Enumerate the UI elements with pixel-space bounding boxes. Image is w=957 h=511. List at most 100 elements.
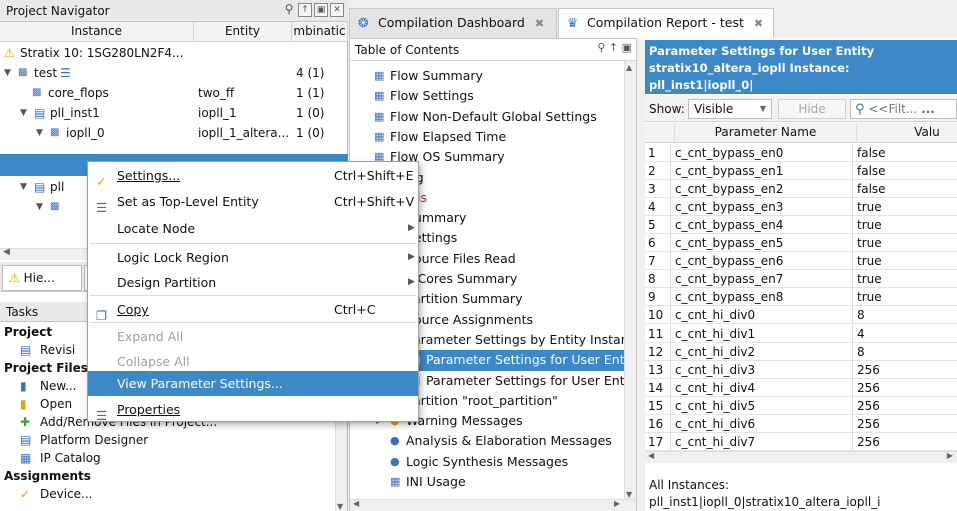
row-index: 13 <box>645 360 671 379</box>
table-row[interactable]: 16 c_cnt_hi_div6 256 <box>645 414 957 433</box>
task-platform-designer[interactable]: ▤ Platform Designer <box>0 431 348 449</box>
table-row[interactable]: 6 c_cnt_bypass_en5 true <box>645 234 957 253</box>
table-row[interactable]: 5 c_cnt_bypass_en4 true <box>645 216 957 235</box>
col-combinational[interactable]: mbinatic <box>292 22 348 42</box>
chevron-down-icon[interactable]: ▼ <box>36 123 43 143</box>
toc-vscroll[interactable]: ▲ ▼ <box>624 61 636 501</box>
menu-item-logic-lock[interactable]: Logic Lock Region ▶ <box>88 245 418 270</box>
tree-row-pll-inst1[interactable]: ▼ ▤ pll_inst1 iopll_1 1 (0) <box>0 103 348 123</box>
tab-compilation-report[interactable]: ♛ Compilation Report - test ✖ <box>558 8 774 39</box>
module-icon: ▩ <box>18 67 28 78</box>
table-row[interactable]: 9 c_cnt_bypass_en8 true <box>645 288 957 307</box>
table-row[interactable]: 1 c_cnt_bypass_en0 false <box>645 144 957 162</box>
search-icon[interactable]: ⚲ <box>282 3 296 17</box>
module-icon: ▩ <box>50 201 60 212</box>
table-row[interactable]: 2 c_cnt_bypass_en1 false <box>645 162 957 181</box>
menu-item-properties[interactable]: ☰ Properties <box>88 397 418 423</box>
row-index: 6 <box>645 234 671 253</box>
hierarchy-tab[interactable]: ⚠ Hie... <box>2 265 82 291</box>
toc-item[interactable]: ▦ INI Usage <box>350 472 624 493</box>
table-row[interactable]: 10 c_cnt_hi_div0 8 <box>645 306 957 325</box>
properties-icon: ☰ <box>96 408 108 423</box>
revisions-icon: ▤ <box>20 343 32 357</box>
menu-item-expand-all[interactable]: Expand All <box>88 324 418 349</box>
toc-item[interactable]: ● Analysis & Elaboration Messages <box>350 431 624 452</box>
menu-item-settings[interactable]: ✓ Settings... Ctrl+Shift+E <box>88 163 418 189</box>
toc-item[interactable]: ● Logic Synthesis Messages <box>350 452 624 473</box>
hide-button[interactable]: Hide <box>778 99 846 119</box>
search-icon: ⚲ <box>855 102 865 117</box>
parameter-value: false <box>857 146 886 160</box>
col-instance[interactable]: Instance <box>0 22 194 42</box>
task-device[interactable]: ✓ Device... <box>0 485 348 503</box>
tree-row-core-flops[interactable]: ▩ core_flops two_ff 1 (1) <box>0 83 348 103</box>
chevron-down-icon[interactable]: ▼ <box>20 103 27 123</box>
task-ip-catalog[interactable]: ▦ IP Catalog <box>0 449 348 467</box>
chevron-down-icon[interactable]: ▼ <box>36 197 43 217</box>
col-entity[interactable]: Entity <box>194 22 292 42</box>
toc-item[interactable]: ▦ Flow Elapsed Time <box>350 127 624 148</box>
col-parameter-name[interactable]: Parameter Name <box>675 123 857 143</box>
toc-item[interactable]: ▦ Flow Settings <box>350 86 624 107</box>
chevron-down-icon[interactable]: ▼ <box>20 177 27 197</box>
parameter-name: c_cnt_bypass_en8 <box>675 288 853 307</box>
menu-separator <box>90 295 416 296</box>
parameter-value: true <box>857 218 882 233</box>
pin-icon[interactable]: ↑ <box>298 3 312 17</box>
menu-item-design-partition[interactable]: Design Partition ▶ <box>88 270 418 295</box>
parameter-name: c_cnt_bypass_en6 <box>675 252 853 271</box>
close-icon[interactable]: ✕ <box>330 3 344 17</box>
row-index: 7 <box>645 252 671 271</box>
row-index: 10 <box>645 306 671 325</box>
ip-catalog-icon: ▦ <box>20 451 32 465</box>
float-icon[interactable]: ▣ <box>314 3 328 17</box>
submenu-arrow-icon: ▶ <box>408 252 415 262</box>
table-row[interactable]: 13 c_cnt_hi_div3 256 <box>645 360 957 379</box>
tree-row-iopll-0[interactable]: ▼ ▩ iopll_0 iopll_1_altera... 1 (0) <box>0 123 348 143</box>
parameter-value: true <box>857 236 882 251</box>
submenu-arrow-icon: ▶ <box>408 223 415 233</box>
parameter-value: true <box>857 200 882 215</box>
parameter-value: true <box>857 290 882 305</box>
show-dropdown[interactable]: Visible ▼ <box>688 99 772 119</box>
tree-row-test[interactable]: ▼ ▩ test ☰ 4 (1) <box>0 63 348 83</box>
footer-label: All Instances: <box>649 478 730 492</box>
row-index: 2 <box>645 162 671 181</box>
toc-item[interactable]: ▦ Flow Summary <box>350 66 624 87</box>
table-row[interactable]: 3 c_cnt_bypass_en2 false <box>645 180 957 199</box>
parameter-table: 1 c_cnt_bypass_en0 false 2 c_cnt_bypass_en1 f… <box>645 144 957 452</box>
table-icon: ▦ <box>374 129 385 143</box>
filter-input[interactable]: ⚲ <<Filt... ... <box>850 99 957 119</box>
row-index: 8 <box>645 270 671 289</box>
more-icon[interactable]: ... <box>921 102 935 116</box>
table-row[interactable]: 14 c_cnt_hi_div4 256 <box>645 378 957 397</box>
table-row[interactable]: 4 c_cnt_bypass_en3 true <box>645 198 957 217</box>
chevron-down-icon[interactable]: ▼ <box>4 63 11 83</box>
tab-compilation-dashboard[interactable]: ❂ Compilation Dashboard ✖ <box>349 8 557 38</box>
table-row[interactable]: 7 c_cnt_bypass_en6 true <box>645 252 957 271</box>
parameter-name: c_cnt_bypass_en1 <box>675 162 853 181</box>
parameter-value: 4 <box>857 326 865 341</box>
folder-icon: ▮ <box>20 397 27 411</box>
close-icon[interactable]: ✖ <box>754 17 763 30</box>
close-icon[interactable]: ✖ <box>535 17 544 30</box>
platform-designer-icon: ▤ <box>20 433 32 447</box>
row-index: 3 <box>645 180 671 199</box>
row-index: 17 <box>645 432 671 451</box>
table-row[interactable]: 11 c_cnt_hi_div1 4 <box>645 324 957 343</box>
table-row[interactable]: 12 c_cnt_hi_div2 8 <box>645 342 957 361</box>
table-row[interactable]: 8 c_cnt_bypass_en7 true <box>645 270 957 289</box>
table-row[interactable]: 15 c_cnt_hi_div5 256 <box>645 396 957 415</box>
toc-item[interactable]: ▦ Flow Non-Default Global Settings <box>350 107 624 128</box>
col-value[interactable]: Valu <box>857 123 957 143</box>
parameter-name: c_cnt_hi_div2 <box>675 342 853 361</box>
menu-item-set-top-level[interactable]: ☰ Set as Top-Level Entity Ctrl+Shift+V <box>88 189 418 215</box>
toc-hscroll[interactable]: ◀ ▶ <box>350 499 636 511</box>
menu-item-locate-node[interactable]: Locate Node ▶ <box>88 216 418 241</box>
menu-item-copy[interactable]: ❐ Copy Ctrl+C <box>88 297 418 323</box>
menu-item-view-parameter-settings[interactable]: View Parameter Settings... <box>88 371 418 396</box>
search-icon[interactable]: ⚲ ↑ ▣ <box>597 41 632 54</box>
table-row[interactable]: 17 c_cnt_hi_div7 256 <box>645 432 957 451</box>
tree-row-device[interactable]: ⚠ Stratix 10: 1SG280LN2F4... <box>0 43 348 63</box>
params-hscroll[interactable]: ◀ ▶ <box>645 451 957 463</box>
